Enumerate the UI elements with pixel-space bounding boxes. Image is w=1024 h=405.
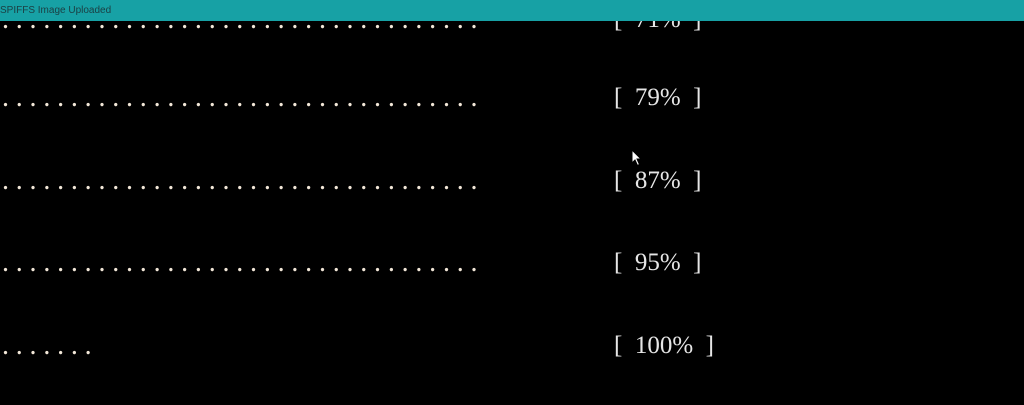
upload-console-output: ................................... [ 71… xyxy=(0,21,1024,405)
progress-percent: [ 100% ] xyxy=(614,332,714,359)
progress-line: ....... [ 100% ] xyxy=(0,326,1024,366)
mouse-pointer-icon xyxy=(631,149,643,167)
progress-line: ................................... [ 71… xyxy=(0,21,1024,40)
progress-line: ................................... [ 87… xyxy=(0,161,1024,201)
progress-dots: ................................... xyxy=(2,247,485,278)
status-bar: SPIFFS Image Uploaded xyxy=(0,0,1024,21)
progress-percent: [ 87% ] xyxy=(614,167,702,194)
progress-percent: [ 95% ] xyxy=(614,249,702,276)
status-message: SPIFFS Image Uploaded xyxy=(0,5,112,16)
progress-line: ................................... [ 79… xyxy=(0,78,1024,118)
progress-percent: [ 79% ] xyxy=(614,84,702,111)
progress-dots: ....... xyxy=(2,330,99,361)
progress-line: ................................... [ 95… xyxy=(0,243,1024,283)
progress-dots: ................................... xyxy=(2,82,485,113)
progress-dots: ................................... xyxy=(2,165,485,196)
progress-dots: ................................... xyxy=(2,21,484,40)
progress-percent: [ 71% ] xyxy=(614,21,701,40)
